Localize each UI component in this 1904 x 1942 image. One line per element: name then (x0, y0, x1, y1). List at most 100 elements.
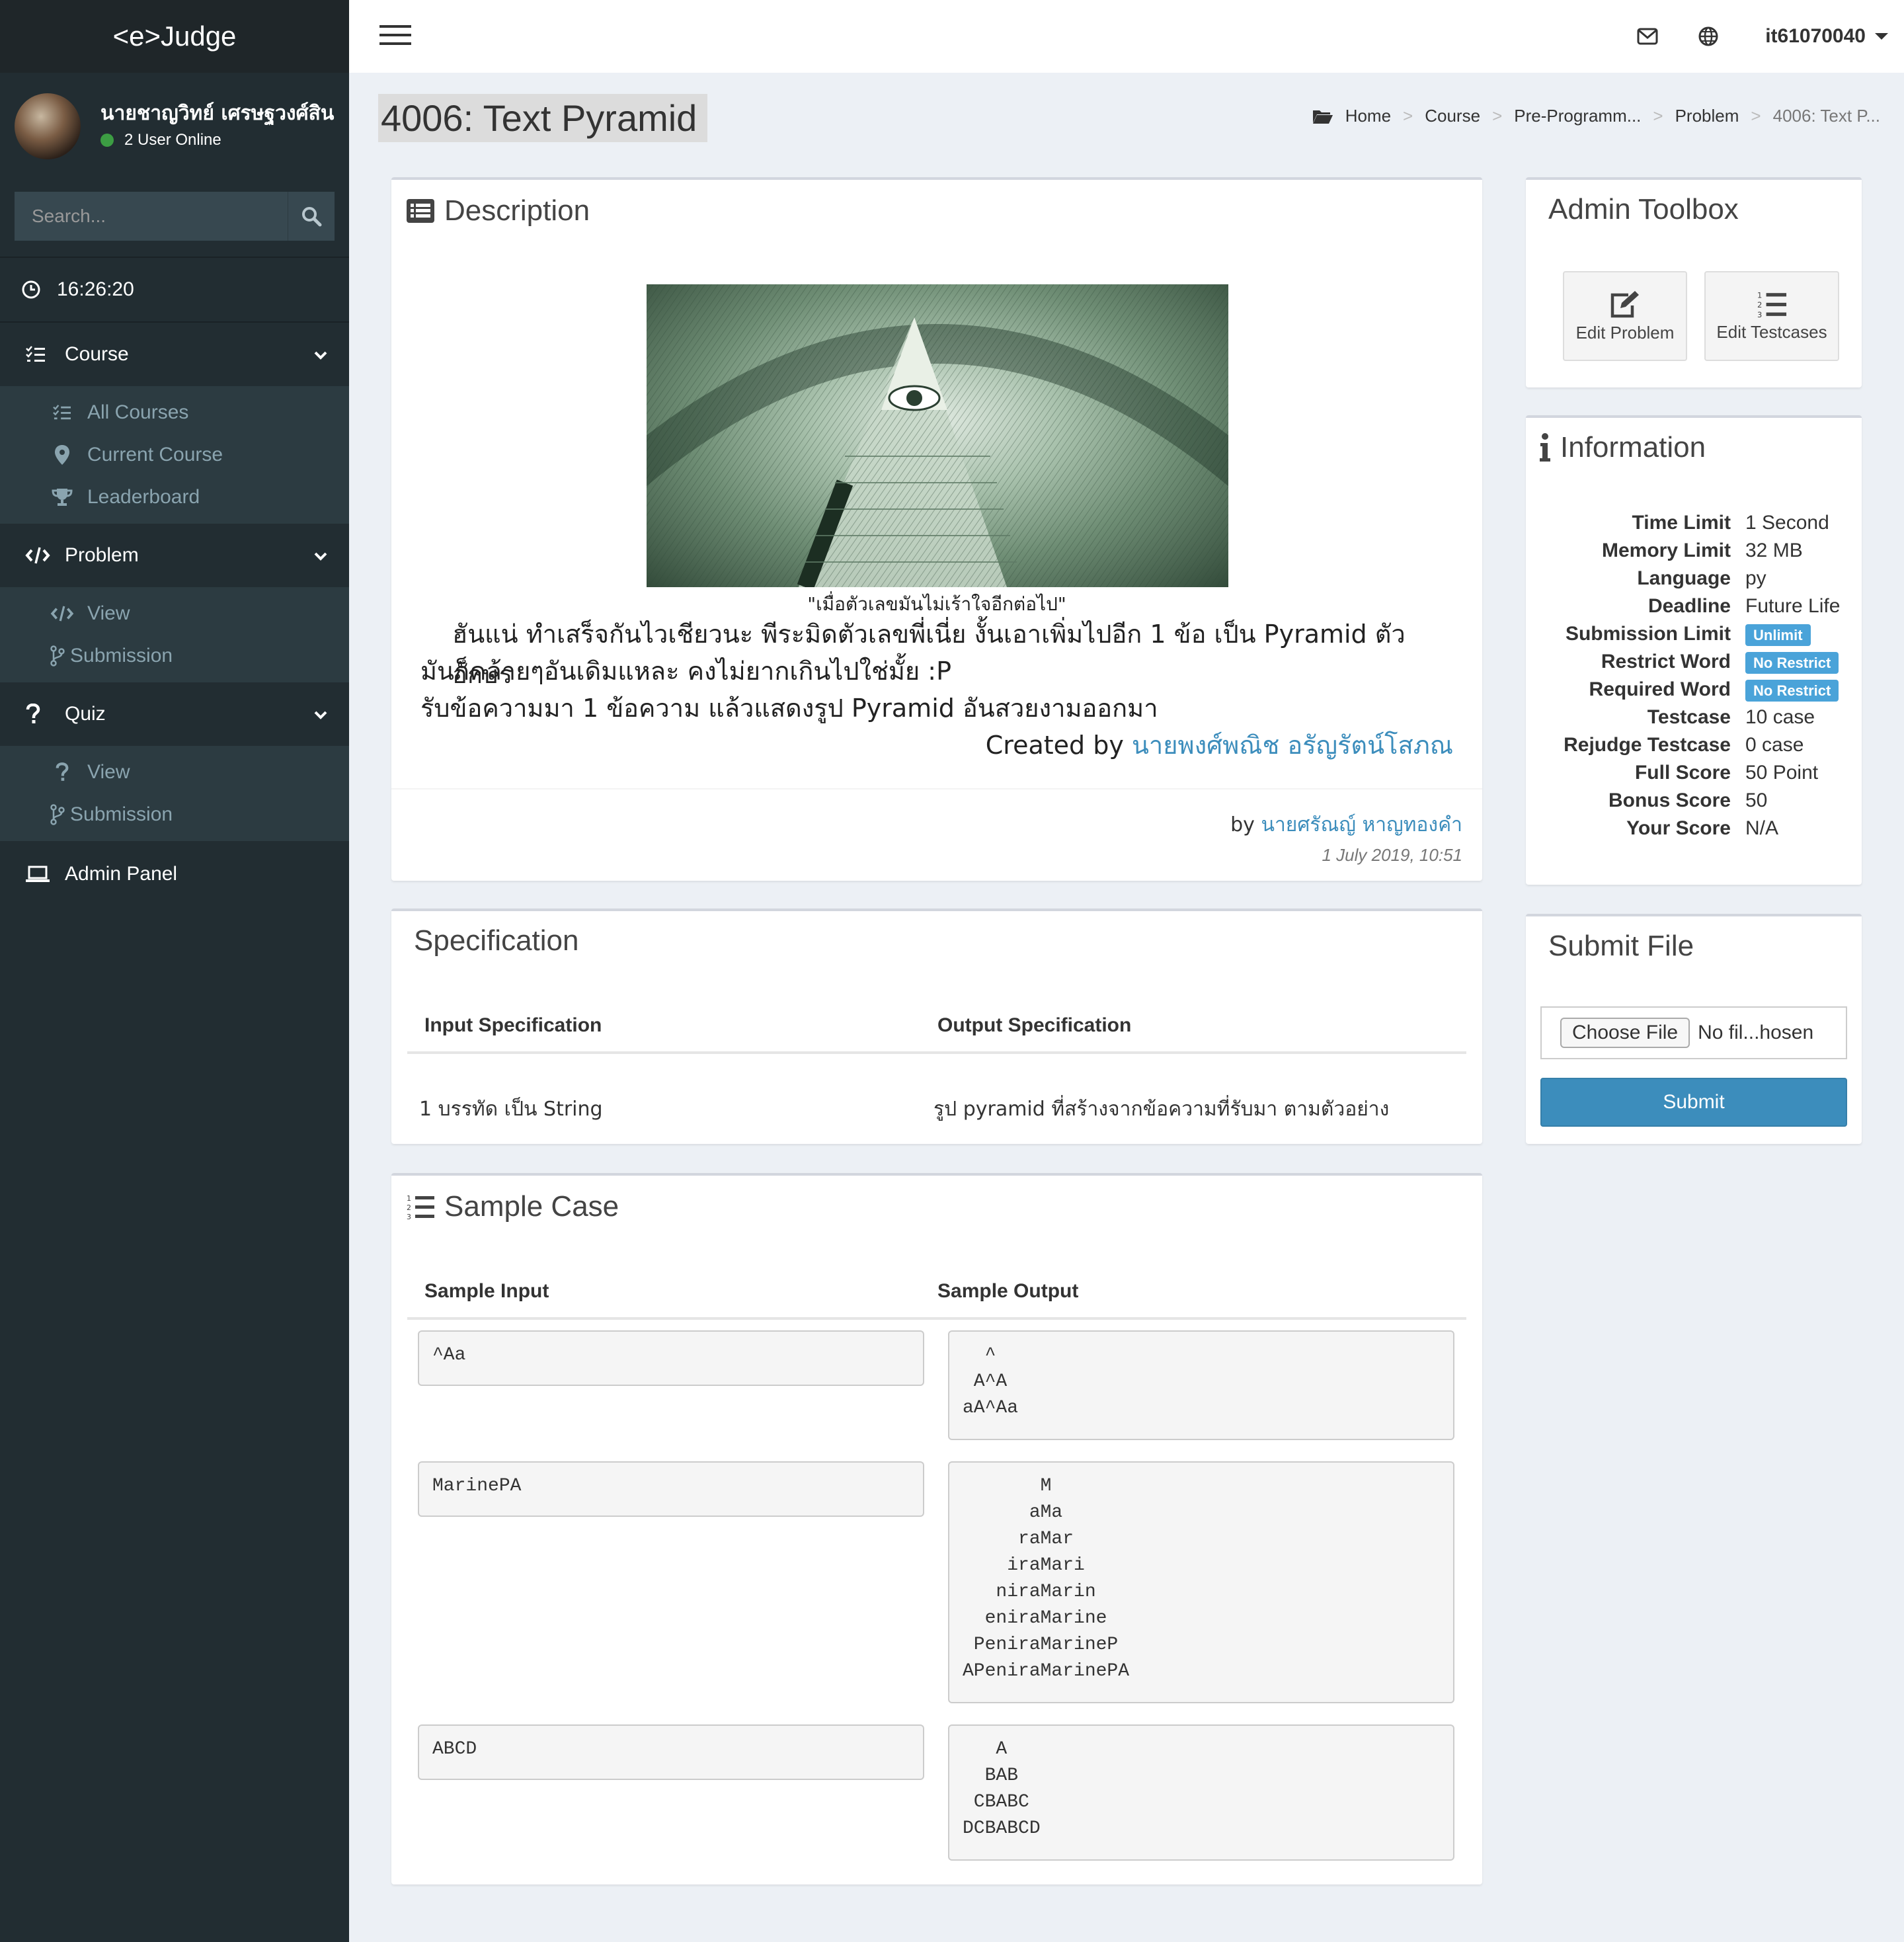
created-by-prefix: Created by (985, 731, 1124, 760)
sidebar-item-quiz-view[interactable]: View (0, 751, 349, 793)
avatar (15, 93, 81, 159)
search-icon (302, 207, 322, 227)
clock: 16:26:20 (0, 258, 349, 323)
sample-output-2: M aMa raMar iraMari niraMarin eniraMarin… (948, 1461, 1454, 1703)
pyramid-eye-image (647, 284, 1228, 587)
sample-input-1: ^Aa (418, 1330, 924, 1386)
menu-problem[interactable]: Problem (0, 524, 349, 587)
info-memory-limit: Memory Limit 32 MB (1601, 540, 1803, 561)
svg-text:3: 3 (407, 1213, 411, 1220)
user-name: นายชาญวิทย์ เศรษฐวงศ์สิน (100, 102, 335, 125)
specification-title: Specification (414, 924, 579, 957)
edit-testcases-button[interactable]: 123 Edit Testcases (1704, 271, 1839, 361)
problem-submenu: View Submission (0, 587, 349, 682)
breadcrumb-home[interactable]: Home (1345, 106, 1391, 126)
menu-admin-panel[interactable]: Admin Panel (0, 841, 349, 907)
top-navbar: it61070040 (349, 0, 1904, 73)
caret-down-icon (1875, 33, 1888, 40)
choose-file-button[interactable]: Choose File (1560, 1018, 1690, 1048)
creator-link[interactable]: นายพงศ์พณิช อรัญรัตน์โสภณ (1132, 731, 1453, 760)
sidebar-item-problem-view[interactable]: View (0, 592, 349, 635)
info-required-word: Required Word No Restrict (1526, 676, 1862, 704)
info-restrict-word: Restrict Word No Restrict (1526, 648, 1862, 676)
sidebar-item-label: Submission (70, 803, 173, 825)
information-box: Information Time Limit 1 Second Memory Li… (1526, 415, 1862, 885)
breadcrumb-current: 4006: Text P... (1772, 106, 1880, 126)
author-line: by นายศรัณญ์ หาญทองคำ (1230, 809, 1462, 840)
sample-output-header: Sample Output (937, 1280, 1079, 1302)
info-time-limit: Time Limit 1 Second (1632, 512, 1829, 534)
breadcrumb-course-name[interactable]: Pre-Programm... (1514, 106, 1641, 126)
input-spec: 1 บรรทัด เป็น String (419, 1098, 603, 1121)
sample-case-title: Sample Case (444, 1190, 619, 1223)
online-status: 2 User Online (100, 131, 334, 149)
edit-problem-button[interactable]: Edit Problem (1563, 271, 1687, 361)
menu-course-label: Course (65, 343, 129, 365)
menu-quiz-label: Quiz (65, 703, 106, 725)
info-rejudge-testcase: Rejudge Testcase 0 case (1564, 734, 1804, 756)
sidebar-item-label: Submission (70, 645, 173, 667)
sidebar-search (15, 192, 335, 241)
sidebar-item-all-courses[interactable]: All Courses (0, 391, 349, 434)
sample-input-header: Sample Input (424, 1280, 549, 1302)
page-title: 4006: Text Pyramid (378, 94, 708, 142)
information-title: Information (1560, 431, 1706, 464)
globe-icon (1698, 26, 1718, 46)
menu-course[interactable]: Course (0, 323, 349, 386)
sidebar-toggle-button[interactable] (365, 17, 428, 56)
sample-case-box: 123 Sample Case Sample Input Sample Outp… (391, 1173, 1482, 1884)
breadcrumb-problem[interactable]: Problem (1675, 106, 1739, 126)
list-ol-icon: 123 (407, 1194, 434, 1220)
svg-text:3: 3 (1757, 309, 1762, 317)
search-button[interactable] (288, 192, 335, 241)
menu-quiz[interactable]: Quiz (0, 682, 349, 746)
chevron-down-icon (314, 351, 327, 360)
description-line-2: มันก็คล้ายๆอันเดิมแหละ คงไม่ยากเกินไปใช่… (420, 657, 951, 686)
sidebar-item-label: All Courses (87, 401, 189, 423)
sidebar-item-problem-submission[interactable]: Submission (0, 635, 349, 677)
main-area: it61070040 4006: Text Pyramid Home > Cou… (349, 0, 1904, 1942)
sidebar-item-leaderboard[interactable]: Leaderboard (0, 476, 349, 518)
sidebar-item-current-course[interactable]: Current Course (0, 434, 349, 476)
language-button[interactable] (1698, 26, 1719, 47)
submit-button[interactable]: Submit (1540, 1078, 1847, 1127)
folder-open-icon (1312, 110, 1333, 124)
course-submenu: All Courses Current Course Leaderboard (0, 386, 349, 524)
menu-admin-label: Admin Panel (65, 863, 178, 885)
edit-testcases-label: Edit Testcases (1716, 321, 1827, 342)
author-link[interactable]: นายศรัณญ์ หาญทองคำ (1261, 813, 1462, 836)
information-header: Information (1539, 431, 1706, 464)
file-status: No fil...hosen (1698, 1022, 1814, 1043)
user-menu[interactable]: it61070040 (1765, 25, 1888, 48)
breadcrumb-course[interactable]: Course (1425, 106, 1480, 126)
edit-problem-label: Edit Problem (1575, 322, 1675, 343)
svg-text:1: 1 (1757, 290, 1762, 300)
question-icon (26, 704, 40, 723)
svg-text:1: 1 (407, 1194, 411, 1203)
code-fork-icon (50, 804, 65, 825)
output-spec: รูป pyramid ที่สร้างจากข้อความที่รับมา ต… (933, 1098, 1390, 1121)
online-count: 2 User Online (124, 131, 221, 149)
sidebar-item-quiz-submission[interactable]: Submission (0, 793, 349, 836)
info-full-score: Full Score 50 Point (1634, 762, 1819, 784)
breadcrumb: Home > Course > Pre-Programm... > Proble… (1312, 106, 1880, 126)
sidebar-item-label: Leaderboard (87, 486, 200, 508)
status-badge: Unlimit (1745, 624, 1811, 646)
list-ol-icon: 123 (1757, 290, 1787, 318)
post-date: 1 July 2019, 10:51 (1322, 845, 1463, 865)
description-line-3: รับข้อความมา 1 ข้อความ แล้วแสดงรูป Pyram… (420, 694, 1158, 723)
sidebar: <e>Judge นายชาญวิทย์ เศรษฐวงศ์สิน 2 User… (0, 0, 349, 1942)
sample-case-header: 123 Sample Case (406, 1190, 619, 1223)
hamburger-icon (379, 24, 411, 45)
code-icon (50, 606, 74, 622)
app-logo[interactable]: <e>Judge (0, 0, 349, 73)
code-icon (25, 547, 50, 564)
sample-output-3: A BAB CBABC DCBABCD (948, 1724, 1454, 1861)
file-input[interactable]: Choose File No fil...hosen (1540, 1006, 1847, 1059)
info-icon (1540, 433, 1550, 462)
submit-file-box: Submit File Choose File No fil...hosen S… (1526, 914, 1862, 1144)
sample-input-3: ABCD (418, 1724, 924, 1780)
code-fork-icon (50, 645, 65, 667)
messages-button[interactable] (1637, 28, 1658, 45)
search-input[interactable] (15, 192, 288, 241)
